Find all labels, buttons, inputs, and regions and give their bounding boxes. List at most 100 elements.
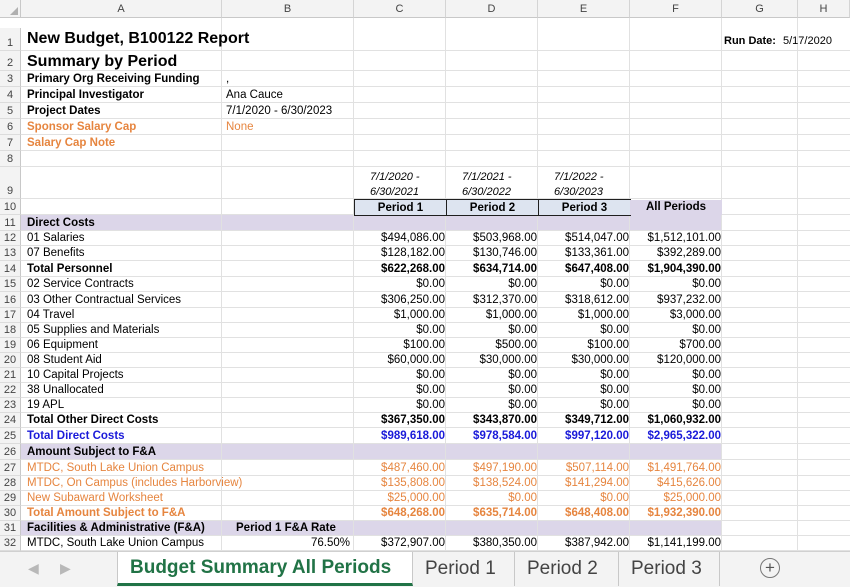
value-cell: $634,714.00 xyxy=(473,263,537,275)
value-cell: $1,000.00 xyxy=(485,309,537,321)
value-cell: $503,968.00 xyxy=(473,232,537,244)
row-header-2[interactable]: 2 xyxy=(0,51,21,71)
row-header-23[interactable]: 23 xyxy=(0,398,21,413)
report-title: New Budget, B100122 Report xyxy=(27,30,250,47)
value-cell: $133,361.00 xyxy=(565,247,629,259)
column-header-d[interactable]: D xyxy=(446,0,538,18)
row-header-9[interactable]: 9 xyxy=(0,167,21,199)
row-header-25[interactable]: 25 xyxy=(0,428,21,444)
row-header-12[interactable]: 12 xyxy=(0,231,21,246)
grid-row-line xyxy=(21,86,850,87)
spreadsheet-grid[interactable]: A B C D E F G H 1 2 3 4 5 6 7 8 9 10 11 12 13 14 15 16 17 18 19 20 2… xyxy=(0,0,850,551)
value-cell: $3,000.00 xyxy=(669,309,721,321)
period-range-end: 6/30/2023 xyxy=(554,186,603,198)
row-header-19[interactable]: 19 xyxy=(0,338,21,353)
value-cell: $0.00 xyxy=(508,278,537,290)
value-cell: $0.00 xyxy=(600,324,629,336)
column-header-c[interactable]: C xyxy=(354,0,446,18)
scroll-tabs-right-icon[interactable]: ▶ xyxy=(60,560,71,577)
grid-row-line xyxy=(21,166,850,167)
value-cell: $0.00 xyxy=(508,492,537,504)
row-label: 19 APL xyxy=(27,399,65,411)
tab-period-3[interactable]: Period 3 xyxy=(619,552,720,586)
column-header-a[interactable]: A xyxy=(21,0,222,18)
value-cell: $138,524.00 xyxy=(473,477,537,489)
row-header-3[interactable]: 3 xyxy=(0,71,21,87)
row-header-18[interactable]: 18 xyxy=(0,323,21,338)
row-label: Total Other Direct Costs xyxy=(27,414,159,426)
select-all-corner[interactable] xyxy=(0,0,21,18)
row-header-27[interactable]: 27 xyxy=(0,460,21,476)
row-header-1[interactable]: 1 xyxy=(0,28,21,51)
row-header-7[interactable]: 7 xyxy=(0,135,21,151)
row-header-4[interactable]: 4 xyxy=(0,87,21,103)
value-cell: $494,086.00 xyxy=(381,232,445,244)
value-cell: $648,268.00 xyxy=(381,507,445,519)
row-label: 06 Equipment xyxy=(27,339,98,351)
grid-column-line xyxy=(721,18,722,551)
value-cell: $0.00 xyxy=(508,324,537,336)
column-header-h[interactable]: H xyxy=(798,0,850,18)
value-cell: $0.00 xyxy=(692,399,721,411)
column-header-g[interactable]: G xyxy=(722,0,798,18)
value-cell: $1,932,390.00 xyxy=(647,507,721,519)
value-cell: $0.00 xyxy=(508,384,537,396)
tab-period-2[interactable]: Period 2 xyxy=(515,552,619,586)
run-date-value: 5/17/2020 xyxy=(783,35,832,47)
row-header-28[interactable]: 28 xyxy=(0,476,21,491)
grid-row-line xyxy=(21,50,850,51)
row-header-10[interactable]: 10 xyxy=(0,199,21,215)
value-cell: $380,350.00 xyxy=(473,537,537,549)
row-header-29[interactable]: 29 xyxy=(0,491,21,506)
row-header-20[interactable]: 20 xyxy=(0,353,21,368)
row-header-22[interactable]: 22 xyxy=(0,383,21,398)
row-header-17[interactable]: 17 xyxy=(0,308,21,323)
value-cell: $367,350.00 xyxy=(381,414,445,426)
period-range-start: 7/1/2020 - xyxy=(370,171,420,183)
value-cell: $415,626.00 xyxy=(657,477,721,489)
row-header-24[interactable]: 24 xyxy=(0,413,21,428)
section-fa: Facilities & Administrative (F&A) xyxy=(27,522,205,534)
all-periods-header: All Periods xyxy=(630,200,722,215)
column-header-f[interactable]: F xyxy=(630,0,722,18)
value-cell: $497,190.00 xyxy=(473,462,537,474)
add-sheet-icon[interactable]: + xyxy=(760,558,780,578)
row-header-16[interactable]: 16 xyxy=(0,292,21,308)
row-label: 07 Benefits xyxy=(27,247,85,259)
row-header-30[interactable]: 30 xyxy=(0,506,21,521)
row-header-13[interactable]: 13 xyxy=(0,246,21,261)
value-cell: $514,047.00 xyxy=(565,232,629,244)
value-cell: $0.00 xyxy=(600,492,629,504)
grid-row-line xyxy=(21,427,850,428)
value-cell: $0.00 xyxy=(600,369,629,381)
tab-budget-summary-all-periods[interactable]: Budget Summary All Periods xyxy=(117,552,413,586)
row-header-15[interactable]: 15 xyxy=(0,277,21,292)
value-cell: $392,289.00 xyxy=(657,247,721,259)
grid-row-line xyxy=(21,443,850,444)
row-header-5[interactable]: 5 xyxy=(0,103,21,119)
value-cell: $1,000.00 xyxy=(393,309,445,321)
tab-period-1[interactable]: Period 1 xyxy=(413,552,515,586)
row-label: Total Direct Costs xyxy=(27,430,125,442)
value-cell: $318,612.00 xyxy=(565,294,629,306)
row-header-6[interactable]: 6 xyxy=(0,119,21,135)
row-header-8[interactable]: 8 xyxy=(0,151,21,167)
value-cell: $0.00 xyxy=(692,369,721,381)
value-cell: $0.00 xyxy=(508,399,537,411)
grid-row-line xyxy=(21,134,850,135)
row-header-14[interactable]: 14 xyxy=(0,261,21,277)
value-cell: $387,942.00 xyxy=(565,537,629,549)
column-header-e[interactable]: E xyxy=(538,0,630,18)
fa-rate-value: 76.50% xyxy=(310,537,350,549)
row-label: 08 Student Aid xyxy=(27,354,102,366)
sponsor-salary-cap-value: None xyxy=(226,121,254,133)
row-header-26[interactable]: 26 xyxy=(0,444,21,460)
value-cell: $372,907.00 xyxy=(381,537,445,549)
scroll-tabs-left-icon[interactable]: ◀ xyxy=(28,560,39,577)
value-cell: $0.00 xyxy=(416,369,445,381)
row-header-31[interactable]: 31 xyxy=(0,521,21,536)
row-header-21[interactable]: 21 xyxy=(0,368,21,383)
row-header-11[interactable]: 11 xyxy=(0,215,21,231)
column-header-b[interactable]: B xyxy=(222,0,354,18)
row-header-32[interactable]: 32 xyxy=(0,536,21,551)
